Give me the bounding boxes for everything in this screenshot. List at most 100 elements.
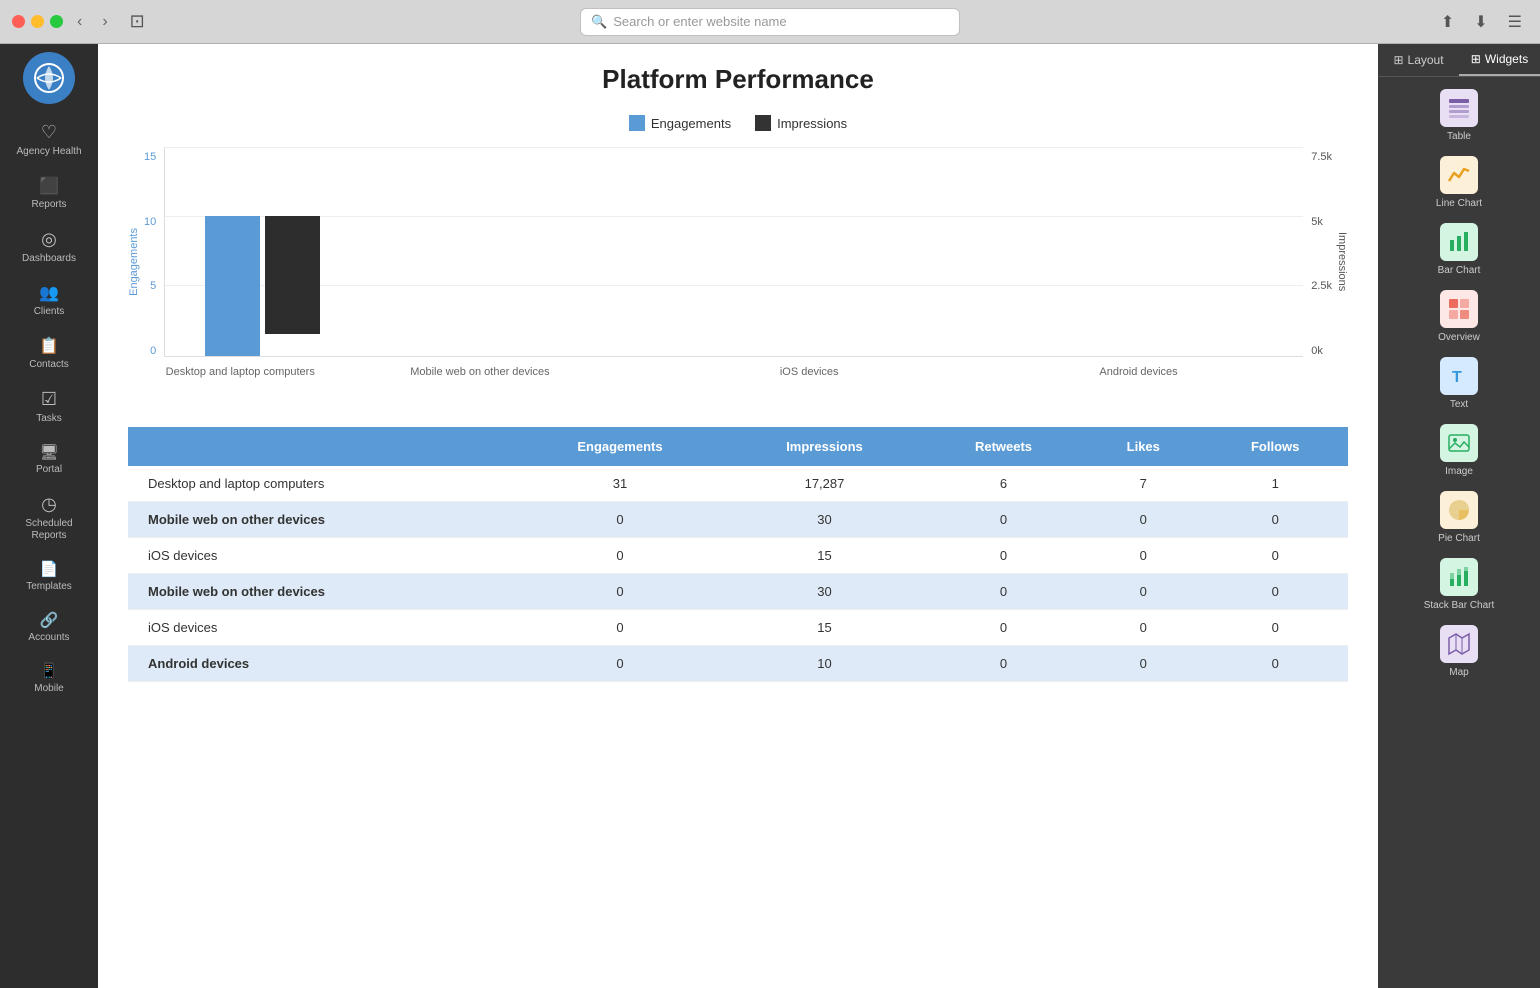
sidebar-toggle-button[interactable]: ⊡ bbox=[122, 9, 153, 34]
sidebar-item-clients[interactable]: 👥 Clients bbox=[4, 275, 94, 326]
cell-follows: 1 bbox=[1202, 466, 1348, 502]
overview-widget-icon bbox=[1440, 290, 1478, 328]
impressions-color bbox=[755, 115, 771, 131]
sidebar-item-agency-health[interactable]: ♡ Agency Health bbox=[4, 114, 94, 166]
widgets-icon: ⊞ bbox=[1471, 52, 1481, 66]
traffic-lights bbox=[12, 15, 63, 28]
y-tick-0: 0 bbox=[150, 345, 156, 357]
sidebar-item-templates[interactable]: 📄 Templates bbox=[4, 552, 94, 601]
sidebar-label-accounts: Accounts bbox=[28, 632, 69, 644]
cell-likes: 7 bbox=[1084, 466, 1202, 502]
accounts-icon: 🔗 bbox=[40, 611, 59, 629]
y-axis-left-label: Engagements bbox=[128, 228, 140, 296]
cell-likes: 0 bbox=[1084, 646, 1202, 682]
chart-section: Engagements Impressions Engagements 15 1… bbox=[128, 115, 1348, 377]
y-axis-right-container: Impressions bbox=[1332, 147, 1348, 377]
chart-plot: Desktop and laptop computers Mobile web … bbox=[164, 147, 1303, 377]
address-text: Search or enter website name bbox=[613, 14, 786, 29]
sidebar-item-dashboards[interactable]: ◎ Dashboards bbox=[4, 221, 94, 273]
bars-area bbox=[205, 147, 1303, 356]
table-widget-icon bbox=[1440, 89, 1478, 127]
table-row: Mobile web on other devices 0 30 0 0 0 bbox=[128, 574, 1348, 610]
widget-table[interactable]: Table bbox=[1386, 85, 1532, 146]
minimize-button[interactable] bbox=[31, 15, 44, 28]
stack-bar-chart-widget-icon bbox=[1440, 558, 1478, 596]
widget-image[interactable]: Image bbox=[1386, 420, 1532, 481]
tab-widgets[interactable]: ⊞ Widgets bbox=[1459, 44, 1540, 76]
cell-follows: 0 bbox=[1202, 574, 1348, 610]
layout-icon: ⊞ bbox=[1393, 53, 1403, 67]
close-button[interactable] bbox=[12, 15, 25, 28]
download-button[interactable]: ⬇ bbox=[1468, 10, 1493, 34]
cell-impressions: 15 bbox=[726, 538, 923, 574]
widget-pie-chart[interactable]: Pie Chart bbox=[1386, 487, 1532, 548]
tasks-icon: ☑ bbox=[41, 389, 57, 410]
widget-text[interactable]: T Text bbox=[1386, 353, 1532, 414]
app-logo[interactable] bbox=[23, 52, 75, 104]
x-label-mobile-web: Mobile web on other devices bbox=[315, 366, 644, 378]
fullscreen-button[interactable] bbox=[50, 15, 63, 28]
chart-inner: Desktop and laptop computers Mobile web … bbox=[164, 147, 1303, 357]
cell-likes: 0 bbox=[1084, 574, 1202, 610]
engagements-color bbox=[629, 115, 645, 131]
bar-group-desktop bbox=[205, 216, 320, 356]
table-row: Mobile web on other devices 0 30 0 0 0 bbox=[128, 502, 1348, 538]
tab-layout[interactable]: ⊞ Layout bbox=[1378, 44, 1459, 76]
widget-line-chart[interactable]: Line Chart bbox=[1386, 152, 1532, 213]
y-tick-7.5k: 7.5k bbox=[1311, 151, 1332, 163]
y-axis-left-ticks: 15 10 5 0 bbox=[144, 147, 164, 377]
sidebar-item-contacts[interactable]: 📋 Contacts bbox=[4, 328, 94, 379]
cell-device: Mobile web on other devices bbox=[128, 574, 514, 610]
sidebar-item-tasks[interactable]: ☑ Tasks bbox=[4, 381, 94, 433]
right-panel-header: ⊞ Layout ⊞ Widgets bbox=[1378, 44, 1540, 77]
widget-label-map: Map bbox=[1449, 667, 1468, 678]
widget-overview[interactable]: Overview bbox=[1386, 286, 1532, 347]
share-button[interactable]: ⬆ bbox=[1435, 10, 1460, 34]
sidebar-label-contacts: Contacts bbox=[29, 359, 68, 371]
cell-engagements: 0 bbox=[514, 646, 726, 682]
widget-stack-bar-chart[interactable]: Stack Bar Chart bbox=[1386, 554, 1532, 615]
sidebar-label-portal: Portal bbox=[36, 464, 62, 476]
widget-bar-chart[interactable]: Bar Chart bbox=[1386, 219, 1532, 280]
text-widget-icon: T bbox=[1440, 357, 1478, 395]
clients-icon: 👥 bbox=[39, 283, 59, 303]
table-section: Engagements Impressions Retweets Likes F… bbox=[128, 427, 1348, 682]
cell-engagements: 31 bbox=[514, 466, 726, 502]
cell-device: Desktop and laptop computers bbox=[128, 466, 514, 502]
widget-map[interactable]: Map bbox=[1386, 621, 1532, 682]
menu-button[interactable]: ☰ bbox=[1502, 10, 1528, 34]
cell-device: iOS devices bbox=[128, 538, 514, 574]
y-tick-10: 10 bbox=[144, 216, 156, 228]
cell-device: Mobile web on other devices bbox=[128, 502, 514, 538]
cell-follows: 0 bbox=[1202, 538, 1348, 574]
cell-impressions: 30 bbox=[726, 574, 923, 610]
widget-grid: Table Line Chart Bar Chart bbox=[1378, 77, 1540, 690]
col-header-impressions: Impressions bbox=[726, 427, 923, 466]
back-button[interactable]: ‹ bbox=[71, 11, 88, 33]
bar-desktop-engagements bbox=[205, 216, 260, 356]
portal-icon: 🖥 bbox=[39, 443, 58, 461]
sidebar-label-scheduled-reports: Scheduled Reports bbox=[8, 518, 90, 542]
cell-likes: 0 bbox=[1084, 502, 1202, 538]
sidebar-item-scheduled-reports[interactable]: ◷ Scheduled Reports bbox=[4, 486, 94, 550]
widget-label-pie-chart: Pie Chart bbox=[1438, 533, 1480, 544]
left-sidebar: ♡ Agency Health ⬛ Reports ◎ Dashboards 👥… bbox=[0, 44, 98, 988]
cell-retweets: 0 bbox=[923, 646, 1084, 682]
cell-device: Android devices bbox=[128, 646, 514, 682]
y-tick-5: 5 bbox=[150, 280, 156, 292]
cell-engagements: 0 bbox=[514, 538, 726, 574]
cell-engagements: 0 bbox=[514, 574, 726, 610]
sidebar-item-mobile[interactable]: 📱 Mobile bbox=[4, 654, 94, 703]
sidebar-item-reports[interactable]: ⬛ Reports bbox=[4, 168, 94, 219]
clock-icon: ◷ bbox=[41, 494, 57, 515]
forward-button[interactable]: › bbox=[96, 11, 113, 33]
sidebar-item-portal[interactable]: 🖥 Portal bbox=[4, 435, 94, 484]
bar-desktop-impressions bbox=[265, 216, 320, 334]
sidebar-item-accounts[interactable]: 🔗 Accounts bbox=[4, 603, 94, 652]
cell-follows: 0 bbox=[1202, 610, 1348, 646]
reports-icon: ⬛ bbox=[39, 176, 59, 196]
app-container: ♡ Agency Health ⬛ Reports ◎ Dashboards 👥… bbox=[0, 44, 1540, 988]
y-tick-0k: 0k bbox=[1311, 345, 1323, 357]
heart-icon: ♡ bbox=[41, 122, 57, 143]
cell-likes: 0 bbox=[1084, 610, 1202, 646]
